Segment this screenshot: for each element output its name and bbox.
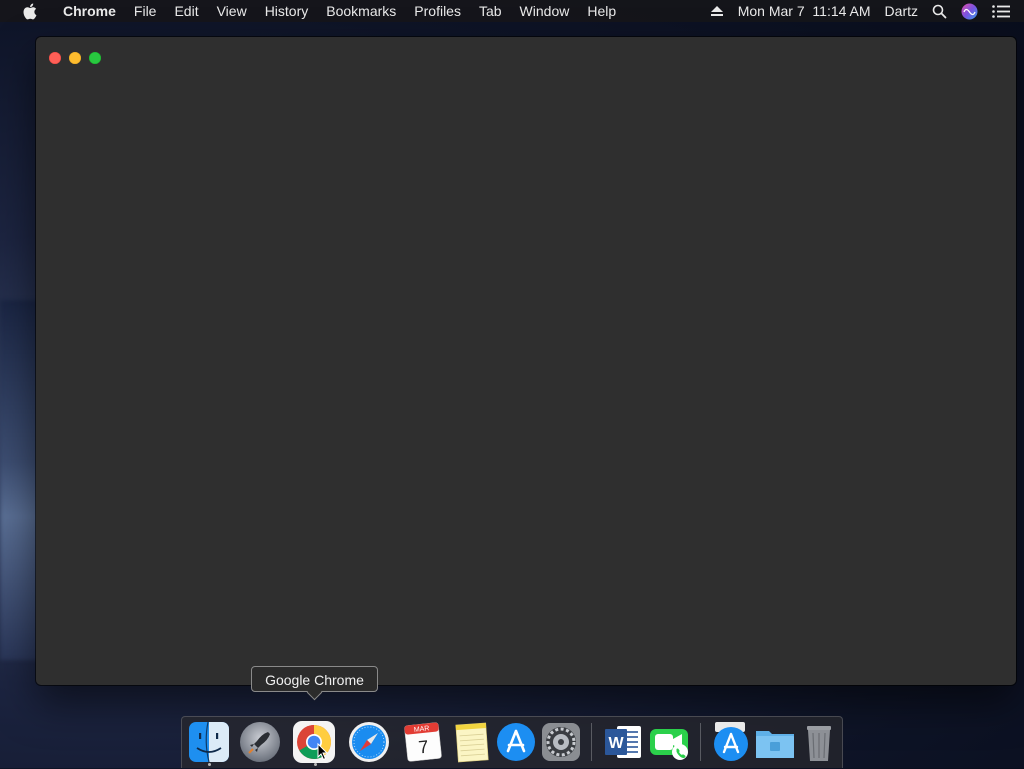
- calendar-icon[interactable]: MAR 7: [401, 720, 445, 764]
- system-preferences-icon[interactable]: [539, 720, 583, 764]
- minimize-window-button[interactable]: [69, 52, 81, 64]
- menu-app-name[interactable]: Chrome: [54, 0, 125, 22]
- safari-icon[interactable]: [347, 720, 391, 764]
- clock[interactable]: Mon Mar 7 11:14 AM: [731, 0, 878, 22]
- menu-bookmarks[interactable]: Bookmarks: [317, 0, 405, 22]
- window-content: [36, 77, 1016, 685]
- user-name[interactable]: Dartz: [878, 0, 925, 22]
- chrome-window[interactable]: [36, 37, 1016, 685]
- menu-help[interactable]: Help: [578, 0, 625, 22]
- folder-icon[interactable]: [753, 720, 797, 764]
- menu-bar: Chrome File Edit View History Bookmarks …: [0, 0, 1024, 22]
- downloads-stack-icon[interactable]: [709, 720, 753, 764]
- finder-icon[interactable]: [187, 720, 231, 764]
- finder-running-indicator: [208, 763, 211, 766]
- launchpad-icon[interactable]: [238, 720, 282, 764]
- chrome-icon[interactable]: [292, 720, 336, 764]
- word-icon[interactable]: W: [601, 720, 645, 764]
- app-store-icon[interactable]: [494, 720, 538, 764]
- menu-profiles[interactable]: Profiles: [405, 0, 470, 22]
- svg-text:W: W: [608, 735, 624, 752]
- menu-history[interactable]: History: [256, 0, 318, 22]
- window-controls: [49, 52, 101, 64]
- apple-menu-icon[interactable]: [18, 3, 40, 20]
- close-window-button[interactable]: [49, 52, 61, 64]
- maximize-window-button[interactable]: [89, 52, 101, 64]
- notification-center-icon[interactable]: [985, 0, 1024, 22]
- menu-view[interactable]: View: [208, 0, 256, 22]
- menu-file[interactable]: File: [125, 0, 166, 22]
- trash-icon[interactable]: [797, 720, 841, 764]
- dock: MAR 7 W: [181, 716, 843, 768]
- eject-icon[interactable]: [703, 0, 731, 22]
- calendar-day: 7: [417, 737, 429, 758]
- dock-separator-2: [700, 723, 701, 761]
- mouse-cursor-icon: [317, 742, 329, 766]
- facetime-icon[interactable]: [647, 720, 691, 764]
- spotlight-search-icon[interactable]: [925, 0, 954, 22]
- dock-separator: [591, 723, 592, 761]
- notes-icon[interactable]: [450, 720, 494, 764]
- menu-tab[interactable]: Tab: [470, 0, 511, 22]
- menu-edit[interactable]: Edit: [165, 0, 207, 22]
- siri-icon[interactable]: [954, 0, 985, 22]
- dock-tooltip: Google Chrome: [251, 666, 378, 692]
- menu-window[interactable]: Window: [511, 0, 579, 22]
